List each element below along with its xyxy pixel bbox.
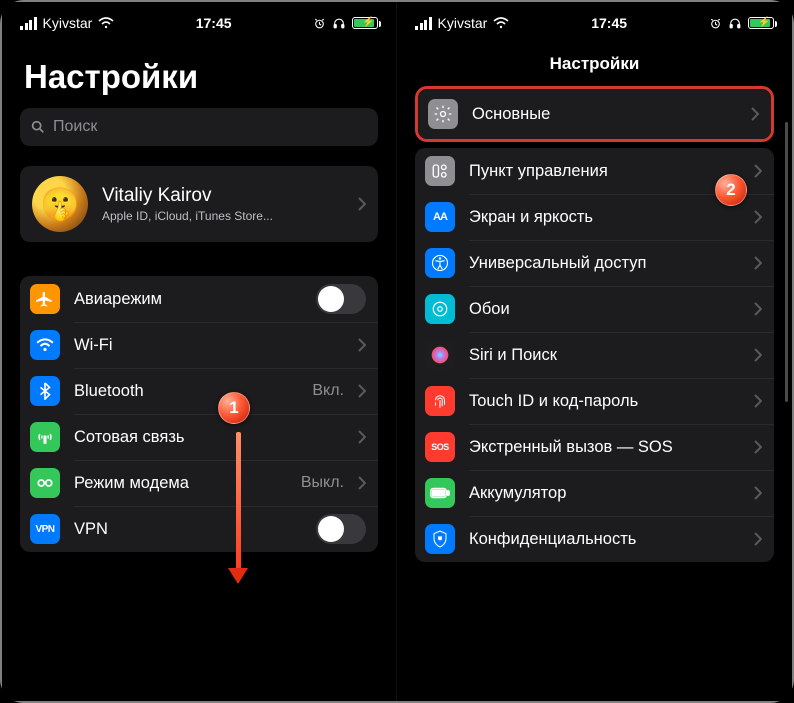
clock: 17:45 [591,15,627,31]
fingerprint-icon [425,386,455,416]
row-siri[interactable]: Siri и Поиск [415,332,774,378]
screen-left-settings-root: Kyivstar 17:45 ⚡ Настройки Поиск 🤫 Vital… [2,2,397,701]
avatar: 🤫 [32,176,88,232]
row-label: Siri и Поиск [469,346,740,365]
wifi-icon [493,17,509,29]
apple-id-row[interactable]: 🤫 Vitaliy Kairov Apple ID, iCloud, iTune… [20,166,378,242]
row-battery[interactable]: Аккумулятор [415,470,774,516]
alarm-icon [313,17,326,30]
chevron-right-icon [358,384,366,398]
row-wallpaper[interactable]: Обои [415,286,774,332]
row-label: Экран и яркость [469,208,740,227]
row-label: Сотовая связь [74,428,344,447]
chevron-right-icon [358,430,366,444]
row-label: Аккумулятор [469,484,740,503]
annotation-highlight-general: Основные 2 [415,86,774,142]
wifi-settings-icon [30,330,60,360]
chevron-right-icon [754,394,762,408]
row-hotspot[interactable]: Режим модема Выкл. [20,460,378,506]
bluetooth-icon [30,376,60,406]
row-privacy[interactable]: Конфиденциальность [415,516,774,562]
row-label: Универсальный доступ [469,254,740,273]
chevron-right-icon [754,302,762,316]
chevron-right-icon [358,338,366,352]
row-cellular[interactable]: Сотовая связь [20,414,378,460]
chevron-right-icon [754,210,762,224]
row-vpn[interactable]: VPN VPN [20,506,378,552]
row-label: VPN [74,520,302,539]
chevron-right-icon [754,532,762,546]
battery-icon: ⚡ [748,17,774,29]
row-label: Авиарежим [74,290,302,309]
chevron-right-icon [754,164,762,178]
row-label: Bluetooth [74,382,298,401]
hotspot-icon [30,468,60,498]
battery-icon: ⚡ [352,17,378,29]
annotation-badge-1: 1 [218,392,250,424]
nav-title: Настройки [415,54,774,74]
airplane-icon [30,284,60,314]
row-touchid[interactable]: Touch ID и код-пароль [415,378,774,424]
row-label: Wi-Fi [74,336,344,355]
row-airplane[interactable]: Авиарежим [20,276,378,322]
row-label: Конфиденциальность [469,530,740,549]
clock: 17:45 [196,15,232,31]
privacy-icon [425,524,455,554]
row-value: Вкл. [312,382,344,400]
scrollbar[interactable] [785,122,788,402]
sos-icon: SOS [425,432,455,462]
battery-settings-icon [425,478,455,508]
signal-icon [20,17,37,30]
annotation-badge-2: 2 [715,174,747,206]
connectivity-group: Авиарежим Wi-Fi Bluetooth Вкл. Сотовая с… [20,276,378,552]
signal-icon [415,17,432,30]
chevron-right-icon [754,256,762,270]
settings-group: Пункт управления AA Экран и яркость Унив… [415,148,774,562]
carrier-label: Kyivstar [43,15,93,31]
vpn-toggle[interactable] [316,514,366,544]
chevron-right-icon [751,107,759,121]
search-icon [30,119,46,135]
status-bar: Kyivstar 17:45 ⚡ [415,12,774,34]
row-label: Обои [469,300,740,319]
row-label: Экстренный вызов — SOS [469,438,740,457]
gear-icon [428,99,458,129]
headphones-icon [332,17,346,30]
chevron-right-icon [754,348,762,362]
chevron-right-icon [358,197,366,211]
row-label: Touch ID и код-пароль [469,392,740,411]
row-general[interactable]: Основные [418,89,771,139]
control-center-icon [425,156,455,186]
row-bluetooth[interactable]: Bluetooth Вкл. [20,368,378,414]
wifi-icon [98,17,114,29]
cellular-icon [30,422,60,452]
vpn-icon: VPN [30,514,60,544]
row-wifi[interactable]: Wi-Fi [20,322,378,368]
search-placeholder: Поиск [53,118,97,136]
siri-icon [425,340,455,370]
headphones-icon [728,17,742,30]
profile-name: Vitaliy Kairov [102,185,344,207]
annotation-arrow-down [236,432,238,582]
row-value: Выкл. [301,474,344,492]
airplane-toggle[interactable] [316,284,366,314]
page-title: Настройки [24,58,374,96]
row-label: Основные [472,105,737,124]
alarm-icon [709,17,722,30]
chevron-right-icon [358,476,366,490]
row-accessibility[interactable]: Универсальный доступ [415,240,774,286]
row-sos[interactable]: SOS Экстренный вызов — SOS [415,424,774,470]
screen-right-settings-scrolled: Kyivstar 17:45 ⚡ Настройки Основные 2 [397,2,792,701]
status-bar: Kyivstar 17:45 ⚡ [20,12,378,34]
profile-subtitle: Apple ID, iCloud, iTunes Store... [102,209,344,223]
chevron-right-icon [754,486,762,500]
row-label: Режим модема [74,474,287,493]
row-label: Пункт управления [469,162,740,181]
carrier-label: Kyivstar [438,15,488,31]
display-icon: AA [425,202,455,232]
chevron-right-icon [754,440,762,454]
wallpaper-icon [425,294,455,324]
accessibility-icon [425,248,455,278]
search-input[interactable]: Поиск [20,108,378,146]
